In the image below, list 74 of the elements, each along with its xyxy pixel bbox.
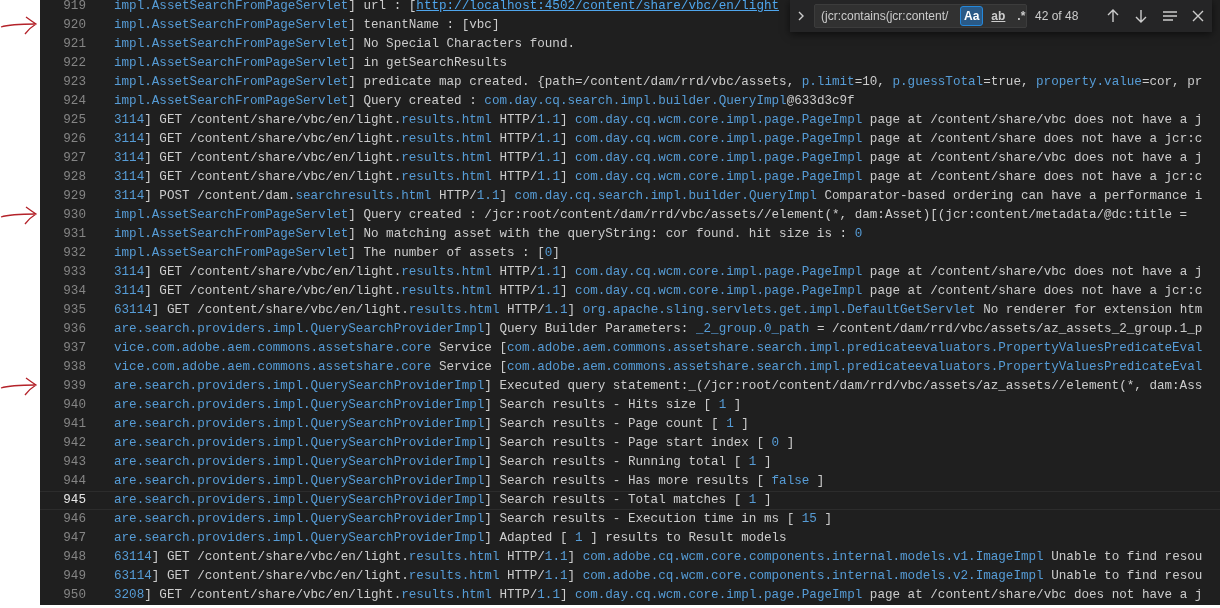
whole-word-toggle[interactable]: ab: [987, 6, 1010, 26]
log-line: impl.AssetSearchFromPageServlet] url : [http://localhost:4502/content/share/vbc/en/light: [114, 0, 780, 15]
line-number: 926: [63, 131, 86, 148]
log-line: are.search.providers.impl.QuerySearchProviderImpl] Search results - Running total [ 1 ]: [114, 454, 772, 471]
log-line: impl.AssetSearchFromPageServlet] Query created : com.day.cq.search.impl.builder.QueryImpl@633d3c9f: [114, 93, 855, 110]
line-number: 927: [63, 150, 86, 167]
log-line: 3114] GET /content/share/vbc/en/light.results.html HTTP/1.1] com.day.cq.wcm.core.impl.page.PageImpl page at /content/share does not have a jcr:c: [114, 283, 1203, 300]
arrow-down-icon[interactable]: [1134, 8, 1148, 24]
line-number: 950: [63, 587, 86, 604]
log-line: are.search.providers.impl.QuerySearchProviderImpl] Search results - Has more results [ false ]: [114, 473, 825, 490]
line-number: 929: [63, 188, 86, 205]
line-number: 942: [63, 435, 86, 452]
line-number: 922: [63, 55, 86, 72]
log-line: 3114] GET /content/share/vbc/en/light.results.html HTTP/1.1] com.day.cq.wcm.core.impl.page.PageImpl page at /content/share/vbc does not have a j: [114, 112, 1203, 129]
log-line: 63114] GET /content/share/vbc/en/light.results.html HTTP/1.1] com.adobe.cq.wcm.core.components.internal.models.v2.ImageImpl Unable to find resou: [114, 568, 1203, 585]
line-number: 946: [63, 511, 86, 528]
line-number: 934: [63, 283, 86, 300]
log-line: impl.AssetSearchFromPageServlet] No matching asset with the queryString: cor found. hit size is : 0: [114, 226, 863, 243]
line-number: 941: [63, 416, 86, 433]
line-number: 944: [63, 473, 86, 490]
log-line: are.search.providers.impl.QuerySearchProviderImpl] Search results - Hits size [ 1 ]: [114, 397, 742, 414]
line-number: 937: [63, 340, 86, 357]
line-number: 921: [63, 36, 86, 53]
line-number: 933: [63, 264, 86, 281]
line-number: 947: [63, 530, 86, 547]
log-line: are.search.providers.impl.QuerySearchProviderImpl] Query Builder Parameters: _2_group.0_path = /content/dam/rrd/vbc/assets/az_assets_2_group.1_p: [114, 321, 1203, 338]
log-line: are.search.providers.impl.QuerySearchProviderImpl] Executed query statement:_(/jcr:root/content/dam/rrd/vbc/assets/az_assets//element(*, dam:Ass: [114, 378, 1203, 395]
log-line: impl.AssetSearchFromPageServlet] Query created : /jcr:root/content/dam/rrd/vbc/assets//element(*, dam:Asset)[(jcr:content/metadata/@dc:title =: [114, 207, 1188, 224]
log-line: are.search.providers.impl.QuerySearchProviderImpl] Search results - Execution time in ms [ 15 ]: [114, 511, 832, 528]
log-line: impl.AssetSearchFromPageServlet] predicate map created. {path=/content/dam/rrd/vbc/assets, p.limit=10, p.guessTotal=true, property.value=cor, pr: [114, 74, 1203, 91]
line-number: 940: [63, 397, 86, 414]
log-line: 3114] GET /content/share/vbc/en/light.results.html HTTP/1.1] com.day.cq.wcm.core.impl.page.PageImpl page at /content/share/vbc does not have a j: [114, 264, 1203, 281]
log-line: impl.AssetSearchFromPageServlet] The number of assets : [0]: [114, 245, 560, 262]
line-number: 932: [63, 245, 86, 262]
line-number: 919: [63, 0, 86, 15]
line-number: 948: [63, 549, 86, 566]
find-in-selection-icon[interactable]: [1162, 10, 1178, 22]
log-line: are.search.providers.impl.QuerySearchProviderImpl] Search results - Page start index [ 0 ]: [114, 435, 795, 452]
chevron-right-icon[interactable]: [796, 10, 806, 22]
line-number: 935: [63, 302, 86, 319]
log-line: are.search.providers.impl.QuerySearchProviderImpl] Adapted [ 1 ] results to Result models: [114, 530, 787, 547]
find-field[interactable]: (jcr:contains(jcr:content/ Aa ab .*: [814, 4, 1027, 28]
log-line: 3114] GET /content/share/vbc/en/light.results.html HTTP/1.1] com.day.cq.wcm.core.impl.page.PageImpl page at /content/share does not have a jcr:c: [114, 169, 1203, 186]
log-line: 63114] GET /content/share/vbc/en/light.results.html HTTP/1.1] org.apache.sling.servlets.get.impl.DefaultGetServlet No renderer for extension htm: [114, 302, 1203, 319]
line-number: 931: [63, 226, 86, 243]
line-number: 938: [63, 359, 86, 376]
line-number: 945: [63, 492, 86, 509]
log-line: 3114] POST /content/dam.searchresults.html HTTP/1.1] com.day.cq.search.impl.builder.QueryImpl Comparator-based ordering can have a performance i: [114, 188, 1203, 205]
line-number: 943: [63, 454, 86, 471]
log-line: 3208] GET /content/share/vbc/en/light.results.html HTTP/1.1] com.day.cq.wcm.core.impl.page.PageImpl page at /content/share/vbc does not have a j: [114, 587, 1203, 604]
close-icon[interactable]: [1192, 10, 1204, 22]
line-number: 949: [63, 568, 86, 585]
log-line: impl.AssetSearchFromPageServlet] in getSearchResults: [114, 55, 507, 72]
line-number: 924: [63, 93, 86, 110]
log-line: vice.com.adobe.aem.commons.assetshare.core Service [com.adobe.aem.commons.assetshare.search.impl.predicateevaluators.PropertyValuesPredicateEval: [114, 340, 1203, 357]
regex-toggle[interactable]: .*: [1013, 6, 1030, 26]
line-number: 930: [63, 207, 86, 224]
log-line: 3114] GET /content/share/vbc/en/light.results.html HTTP/1.1] com.day.cq.wcm.core.impl.page.PageImpl page at /content/share does not have a jcr:c: [114, 131, 1203, 148]
log-line: vice.com.adobe.aem.commons.assetshare.core Service [com.adobe.aem.commons.assetshare.search.impl.predicateevaluators.PropertyValuesPredicateEval: [114, 359, 1203, 376]
line-number: 925: [63, 112, 86, 129]
line-number: 928: [63, 169, 86, 186]
match-case-toggle[interactable]: Aa: [960, 6, 984, 26]
line-number: 936: [63, 321, 86, 338]
log-line: impl.AssetSearchFromPageServlet] tenantName : [vbc]: [114, 17, 500, 34]
log-line: impl.AssetSearchFromPageServlet] No Special Characters found.: [114, 36, 576, 53]
line-number: 939: [63, 378, 86, 395]
log-line: 3114] GET /content/share/vbc/en/light.results.html HTTP/1.1] com.day.cq.wcm.core.impl.page.PageImpl page at /content/share/vbc does not have a j: [114, 150, 1203, 167]
log-line: 63114] GET /content/share/vbc/en/light.results.html HTTP/1.1] com.adobe.cq.wcm.core.components.internal.models.v1.ImageImpl Unable to find resou: [114, 549, 1203, 566]
arrow-up-icon[interactable]: [1106, 8, 1120, 24]
line-number: 923: [63, 74, 86, 91]
line-number: 920: [63, 17, 86, 34]
match-count: 42 of 48: [1035, 8, 1079, 25]
log-line: are.search.providers.impl.QuerySearchProviderImpl] Search results - Total matches [ 1 ]: [114, 492, 772, 509]
log-line: are.search.providers.impl.QuerySearchProviderImpl] Search results - Page count [ 1 ]: [114, 416, 749, 433]
